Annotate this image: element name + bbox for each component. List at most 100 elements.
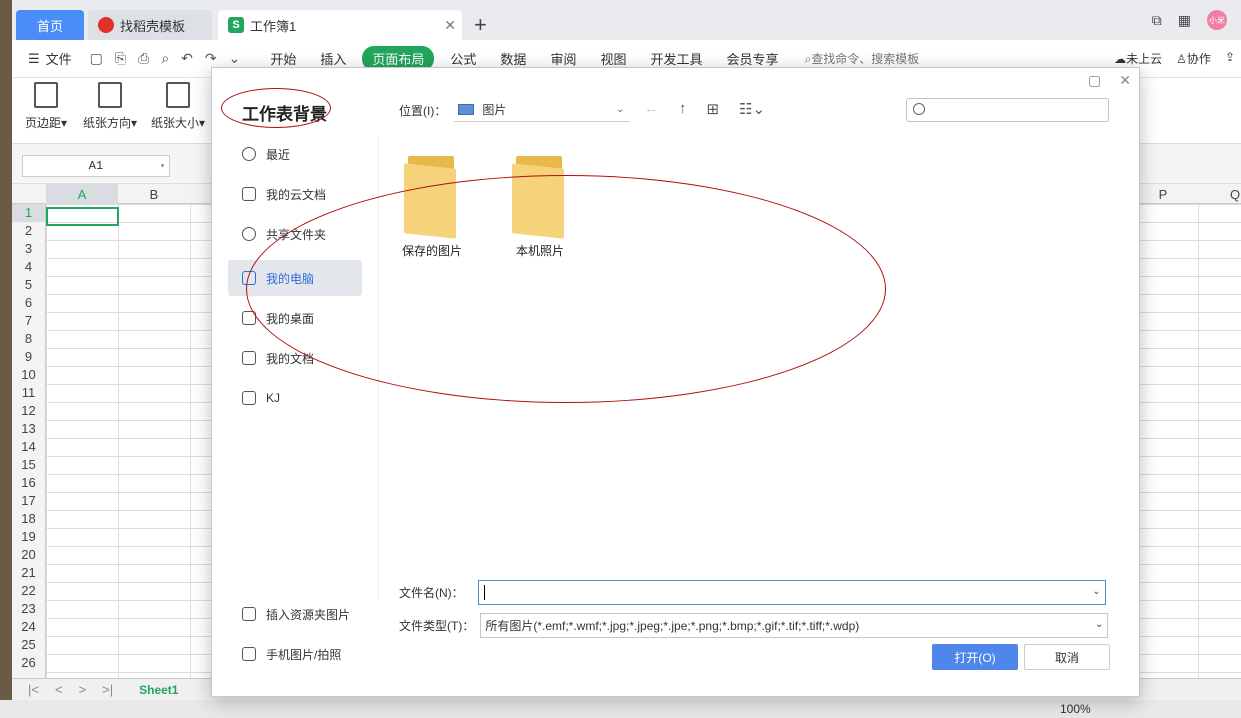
row-header[interactable]: 26 (12, 654, 45, 672)
cloud-status-button[interactable]: ☁未上云 (1114, 50, 1162, 67)
folder-icon (512, 156, 568, 239)
text-caret (483, 585, 485, 600)
row-header[interactable]: 20 (12, 546, 45, 564)
undo-icon[interactable]: ↶ (181, 50, 193, 67)
tab-data[interactable]: 数据 (488, 49, 538, 68)
tab-home[interactable]: 首页 (16, 10, 84, 40)
row-header[interactable]: 1 (12, 204, 45, 222)
filename-input[interactable]: ⌄ (477, 580, 1106, 605)
selected-cell[interactable] (46, 207, 119, 226)
sheet-tab[interactable]: Sheet1 (139, 683, 178, 697)
close-icon[interactable]: ✕ (444, 17, 456, 34)
row-header[interactable]: 5 (12, 276, 45, 294)
cancel-button[interactable]: 取消 (1024, 644, 1110, 670)
view-list-icon[interactable]: ☷⌄ (739, 100, 765, 118)
export-icon[interactable]: ⎘ (115, 50, 126, 67)
paper-size-label: 纸张大小 (150, 116, 199, 130)
new-tab-icon[interactable]: + (474, 12, 487, 38)
margins-button[interactable]: 页边距▾ (16, 82, 76, 131)
row-header[interactable]: 19 (12, 528, 45, 546)
redo-icon[interactable]: ↷ (205, 50, 217, 67)
open-button[interactable]: 打开(O) (932, 644, 1018, 670)
row-header[interactable]: 10 (12, 366, 45, 384)
location-select[interactable]: 图片 ⌄ (454, 98, 631, 122)
preview-icon[interactable]: ⌕ (161, 50, 169, 67)
insert-resource-folder-image[interactable]: 插入资源夹图片 (228, 596, 378, 632)
row-header[interactable]: 8 (12, 330, 45, 348)
row-header[interactable]: 25 (12, 636, 45, 654)
tab-member[interactable]: 会员专享 (714, 49, 790, 68)
save-icon[interactable]: ▢ (90, 50, 103, 67)
maximize-icon[interactable]: ▢ (1088, 72, 1101, 89)
sidebar-item-kj[interactable]: KJ (228, 380, 362, 416)
collab-button[interactable]: ♙协作 (1176, 50, 1211, 67)
sidebar-item-my-computer[interactable]: 我的电脑 (228, 260, 362, 296)
sidebar-item-label: 插入资源夹图片 (266, 607, 351, 622)
row-header[interactable]: 21 (12, 564, 45, 582)
sidebar-item-recent[interactable]: 最近 (228, 136, 362, 172)
tab-formula[interactable]: 公式 (438, 49, 488, 68)
row-header[interactable]: 24 (12, 618, 45, 636)
command-search[interactable]: ⌕查找命令、搜索模板 (805, 50, 920, 67)
paper-size-button[interactable]: 纸张大小▾ (148, 82, 208, 131)
up-arrow-icon[interactable]: ↑ (679, 100, 687, 118)
chevron-down-icon[interactable]: ⌄ (229, 50, 241, 67)
apps-grid-icon[interactable]: ▦ (1178, 12, 1191, 29)
orientation-button[interactable]: 纸张方向▾ (80, 82, 140, 131)
tab-workbook-label: 工作簿1 (250, 18, 297, 34)
filetype-select[interactable]: 所有图片(*.emf;*.wmf;*.jpg;*.jpeg;*.jpe;*.pn… (480, 613, 1109, 638)
tab-view[interactable]: 视图 (588, 49, 638, 68)
back-arrow-icon[interactable]: ← (644, 100, 659, 118)
sidebar-item-cloud-docs[interactable]: 我的云文档 (228, 176, 362, 212)
row-header[interactable]: 13 (12, 420, 45, 438)
window-layout-icon[interactable]: ⧉ (1152, 12, 1162, 29)
last-sheet-icon[interactable]: >| (102, 682, 113, 697)
row-header[interactable]: 3 (12, 240, 45, 258)
row-header[interactable]: 17 (12, 492, 45, 510)
tab-templates[interactable]: 找稻壳模板 (88, 10, 212, 40)
tab-workbook[interactable]: S 工作簿1 ✕ (218, 10, 462, 40)
row-header[interactable]: 14 (12, 438, 45, 456)
folder-saved-pictures[interactable]: 保存的图片 (392, 156, 472, 259)
row-header[interactable]: 2 (12, 222, 45, 240)
row-header[interactable]: 9 (12, 348, 45, 366)
name-box[interactable]: A1 ▾ (22, 155, 170, 177)
sidebar-item-label: 我的云文档 (266, 187, 327, 202)
row-header[interactable]: 18 (12, 510, 45, 528)
row-header[interactable]: 4 (12, 258, 45, 276)
chevron-down-icon[interactable]: ⌄ (1092, 586, 1100, 597)
tab-developer[interactable]: 开发工具 (638, 49, 714, 68)
share-icon[interactable]: ⇪ (1225, 50, 1235, 67)
row-header[interactable]: 15 (12, 456, 45, 474)
phone-photo[interactable]: 手机图片/拍照 (228, 636, 378, 672)
folder-local-photos[interactable]: 本机照片 (500, 156, 580, 259)
row-header[interactable]: 6 (12, 294, 45, 312)
print-icon[interactable]: ⎙ (138, 50, 149, 67)
tab-start[interactable]: 开始 (258, 49, 308, 68)
tab-insert[interactable]: 插入 (308, 49, 358, 68)
file-menu-button[interactable]: ☰ 文件 (28, 49, 72, 68)
tab-home-label: 首页 (36, 18, 63, 34)
row-header[interactable]: 11 (12, 384, 45, 402)
row-header[interactable]: 16 (12, 474, 45, 492)
prev-sheet-icon[interactable]: < (55, 682, 63, 697)
new-folder-icon[interactable]: ⊞ (707, 100, 720, 118)
close-icon[interactable]: ✕ (1119, 72, 1131, 89)
tab-review[interactable]: 审阅 (538, 49, 588, 68)
column-header-a[interactable]: A (46, 184, 118, 204)
first-sheet-icon[interactable]: |< (28, 682, 39, 697)
column-header-b[interactable]: B (118, 187, 190, 202)
sidebar-item-desktop[interactable]: 我的桌面 (228, 300, 362, 336)
row-header[interactable]: 7 (12, 312, 45, 330)
sidebar-item-documents[interactable]: 我的文档 (228, 340, 362, 376)
next-sheet-icon[interactable]: > (79, 682, 87, 697)
column-header-q[interactable]: Q (1199, 187, 1241, 202)
titlebar-tools: ⧉ ▦ 小米 (1152, 10, 1227, 30)
zoom-level[interactable]: 100% (1060, 702, 1091, 716)
row-header[interactable]: 12 (12, 402, 45, 420)
row-header[interactable]: 23 (12, 600, 45, 618)
file-search-input[interactable] (906, 98, 1109, 122)
avatar[interactable]: 小米 (1207, 10, 1227, 30)
sidebar-item-shared-folder[interactable]: 共享文件夹 (228, 216, 362, 252)
row-header[interactable]: 22 (12, 582, 45, 600)
